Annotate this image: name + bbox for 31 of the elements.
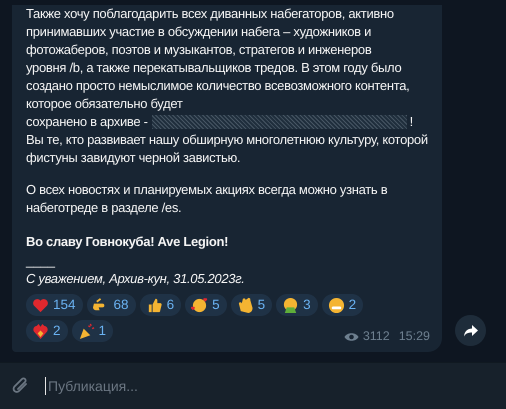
reaction-chip[interactable]: 2 xyxy=(26,320,68,342)
message-text: Вы те, кто развивает нашу обширную многолетнюю культуру, которой фистуны завидуют черной завистью. xyxy=(26,131,429,168)
reaction-chip[interactable]: 3 xyxy=(276,294,318,316)
clap-emoji-icon xyxy=(236,296,254,314)
text-cursor xyxy=(45,377,46,395)
reaction-chip[interactable]: 2 xyxy=(322,294,364,316)
message-text: О всех новостях и планируемых акциях всегда можно узнать в набеготреде в разделе /es. xyxy=(26,181,388,218)
party-emoji-icon xyxy=(78,322,95,340)
heart-emoji-icon xyxy=(32,296,49,314)
fire-heart-emoji-icon xyxy=(32,322,49,340)
hearts-face-emoji-icon xyxy=(191,296,208,314)
message-text: Во славу Говнокуба! Ave Legion! xyxy=(26,233,230,252)
spoiler-mask[interactable] xyxy=(152,115,407,130)
signature-text: С уважением, Архив-кун, 31.05.2023г. xyxy=(26,270,245,288)
reaction-chip[interactable]: 154 xyxy=(26,294,83,316)
reaction-chip[interactable]: 5 xyxy=(185,294,227,316)
share-arrow-icon xyxy=(462,324,478,338)
signature-rule: ____ xyxy=(26,253,55,270)
grin-emoji-icon xyxy=(328,296,345,314)
reaction-chip[interactable]: 68 xyxy=(86,294,136,316)
reaction-chip[interactable]: 5 xyxy=(230,294,272,316)
message-composer[interactable]: Публикация... xyxy=(0,362,506,409)
view-count: 3112 xyxy=(362,328,390,346)
message-input-field[interactable]: Публикация... xyxy=(48,376,448,396)
reaction-chip[interactable]: 1 xyxy=(72,320,114,342)
reaction-chip[interactable]: 6 xyxy=(140,294,182,316)
message-text: сохранено в архиве - xyxy=(26,113,148,132)
forward-button[interactable] xyxy=(455,315,486,346)
eye-icon xyxy=(344,332,359,342)
message-text: ! xyxy=(410,113,413,132)
message-time: 15:29 xyxy=(398,328,430,346)
